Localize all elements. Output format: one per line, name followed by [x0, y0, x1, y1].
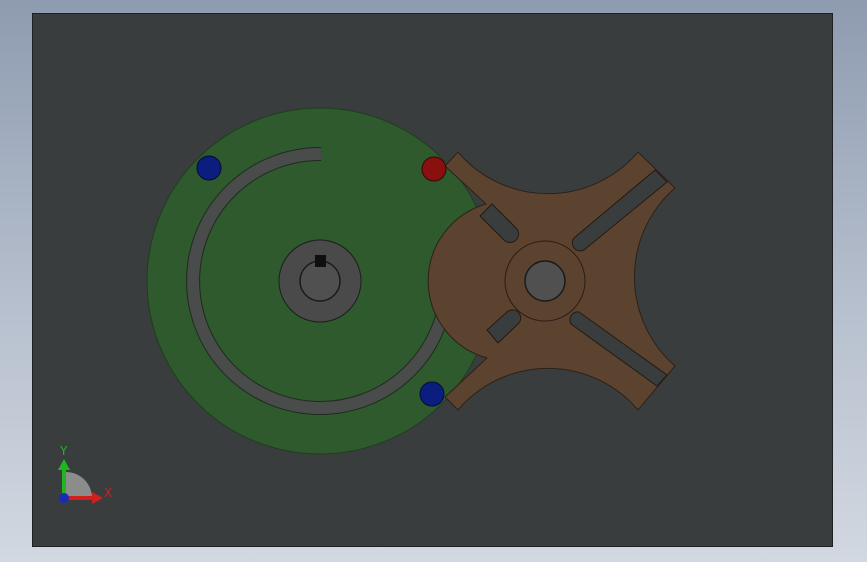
- triad-x-arrow: [92, 492, 103, 504]
- blue-pin-top[interactable]: [196, 155, 222, 181]
- blue-pin-bottom[interactable]: [419, 381, 445, 407]
- drive-keyway: [315, 255, 326, 267]
- triad-rotation-arc: [66, 472, 92, 498]
- red-pin[interactable]: [421, 156, 447, 182]
- triad-y-arrow: [58, 459, 70, 470]
- geneva-bore: [524, 260, 566, 302]
- triad-x-label: X: [104, 486, 112, 500]
- triad-y-label: Y: [59, 444, 68, 458]
- triad-z-origin: [59, 493, 69, 503]
- coordinate-triad: Y X: [58, 444, 112, 504]
- model-canvas[interactable]: Y X: [0, 0, 867, 562]
